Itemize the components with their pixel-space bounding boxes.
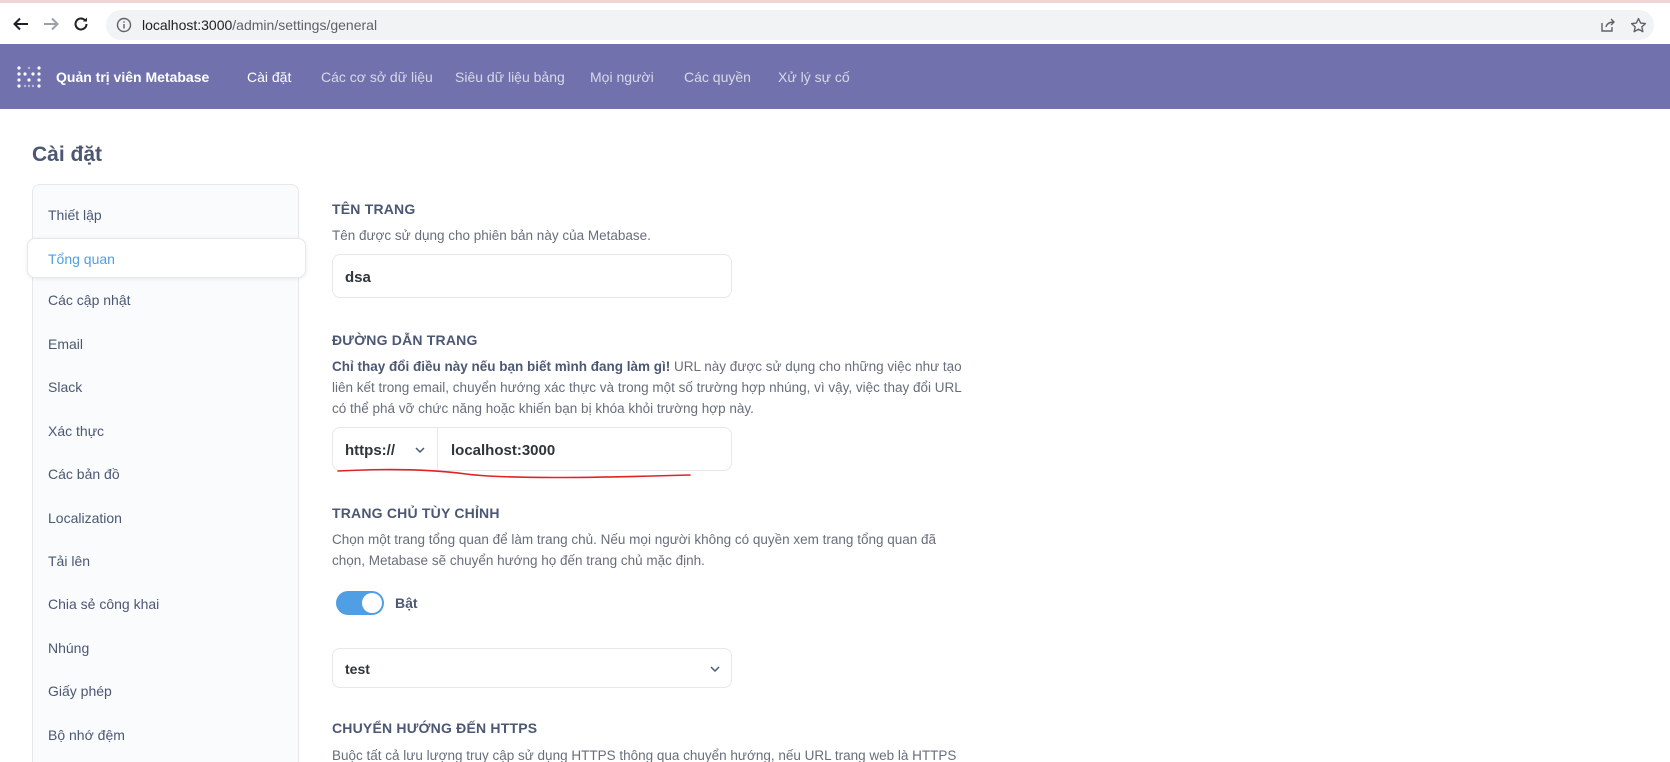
nav-troubleshooting[interactable]: Xử lý sự cố — [778, 69, 850, 85]
site-url-field: https:// localhost:3000 — [332, 427, 732, 472]
nav-permissions[interactable]: Các quyền — [684, 69, 751, 85]
toggle-knob — [362, 593, 382, 613]
sidebar-item-general[interactable]: Tổng quan — [27, 238, 306, 278]
site-name-description: Tên được sử dụng cho phiên bản này của M… — [332, 228, 651, 243]
custom-homepage-toggle[interactable] — [336, 591, 384, 615]
red-annotation-underline — [337, 468, 691, 479]
sidebar-item-setup[interactable]: Thiết lập — [48, 207, 102, 223]
custom-homepage-heading: TRANG CHỦ TÙY CHỈNH — [332, 505, 500, 521]
selected-dashboard: test — [345, 661, 370, 677]
sidebar-item-label: Tổng quan — [48, 251, 115, 267]
page-title: Cài đặt — [32, 143, 103, 166]
url-path: /admin/settings/general — [232, 17, 378, 33]
site-url-heading: ĐƯỜNG DẪN TRANG — [332, 332, 478, 348]
admin-brand-title: Quản trị viên Metabase — [56, 69, 210, 85]
site-url-warning: Chỉ thay đổi điều này nếu bạn biết mình … — [332, 359, 671, 374]
homepage-dashboard-select[interactable]: test — [332, 648, 732, 688]
metabase-logo-icon[interactable] — [16, 64, 42, 90]
address-bar[interactable]: localhost:3000/admin/settings/general — [106, 10, 1654, 40]
reload-icon[interactable] — [70, 13, 92, 35]
site-name-value: dsa — [345, 269, 371, 286]
forward-icon[interactable] — [40, 13, 62, 35]
admin-navbar: Quản trị viên Metabase Cài đặt Các cơ sở… — [0, 44, 1670, 109]
back-icon[interactable] — [10, 13, 32, 35]
site-url-description: Chỉ thay đổi điều này nếu bạn biết mình … — [332, 356, 962, 419]
chevron-down-icon — [415, 447, 425, 454]
sidebar-item-license[interactable]: Giấy phép — [48, 683, 112, 699]
sidebar-item-caching[interactable]: Bộ nhớ đệm — [48, 727, 125, 743]
chevron-down-icon — [710, 666, 720, 673]
protocol-value: https:// — [345, 442, 395, 459]
sidebar-item-uploads[interactable]: Tải lên — [48, 553, 90, 569]
sidebar-item-authentication[interactable]: Xác thực — [48, 423, 104, 439]
site-name-heading: TÊN TRANG — [332, 201, 416, 217]
sidebar-item-slack[interactable]: Slack — [48, 379, 82, 395]
nav-settings[interactable]: Cài đặt — [247, 69, 291, 85]
browser-toolbar: localhost:3000/admin/settings/general — [0, 0, 1670, 44]
info-icon[interactable] — [116, 17, 132, 33]
nav-databases[interactable]: Các cơ sở dữ liệu — [321, 69, 433, 85]
sidebar-item-updates[interactable]: Các cập nhật — [48, 292, 131, 308]
sidebar-item-embedding[interactable]: Nhúng — [48, 640, 89, 656]
sidebar-item-maps[interactable]: Các bản đồ — [48, 466, 120, 482]
nav-table-metadata[interactable]: Siêu dữ liệu bảng — [455, 69, 565, 85]
custom-homepage-description: Chọn một trang tổng quan để làm trang ch… — [332, 532, 937, 568]
sidebar-item-public-sharing[interactable]: Chia sẻ công khai — [48, 596, 159, 612]
https-redirect-description: Buộc tất cả lưu lượng truy cập sử dụng H… — [332, 748, 957, 762]
site-name-input[interactable]: dsa — [332, 254, 732, 298]
sidebar-item-email[interactable]: Email — [48, 336, 83, 352]
share-icon[interactable] — [1600, 10, 1616, 40]
url-text[interactable]: localhost:3000/admin/settings/general — [142, 17, 377, 33]
https-redirect-heading: CHUYỂN HƯỚNG ĐẾN HTTPS — [332, 720, 538, 736]
nav-people[interactable]: Mọi người — [590, 69, 654, 85]
site-url-value[interactable]: localhost:3000 — [451, 442, 555, 459]
bookmark-star-icon[interactable] — [1630, 10, 1647, 40]
url-host: localhost:3000 — [142, 17, 233, 33]
toggle-label: Bật — [395, 595, 418, 611]
sidebar-item-localization[interactable]: Localization — [48, 510, 122, 526]
